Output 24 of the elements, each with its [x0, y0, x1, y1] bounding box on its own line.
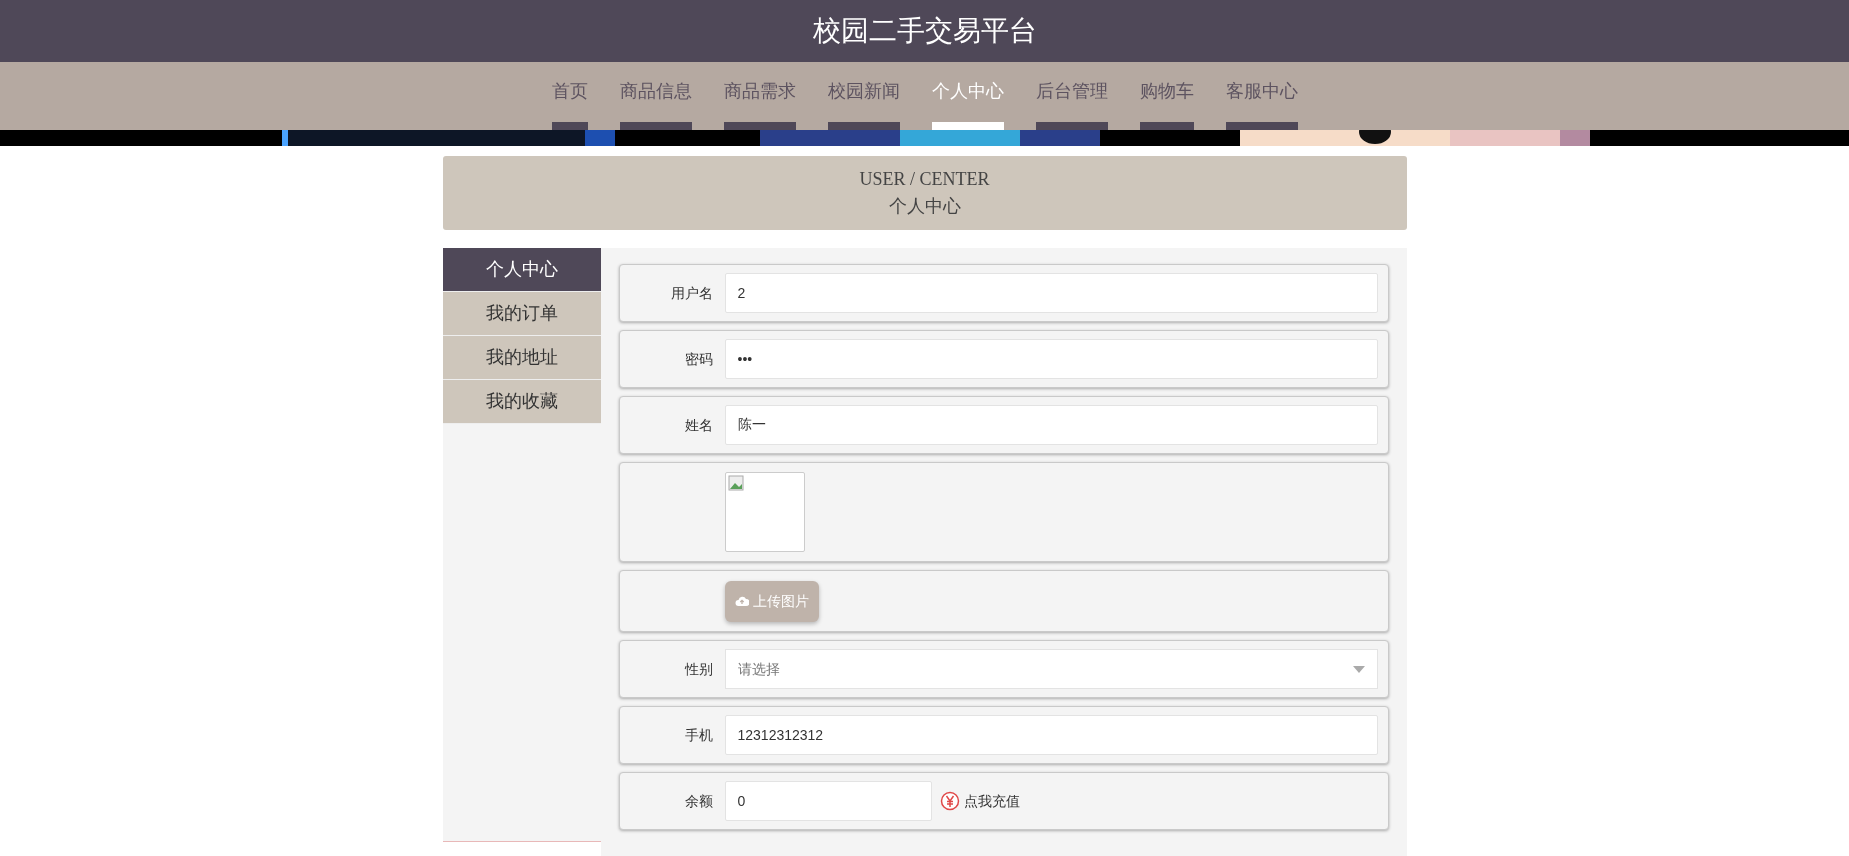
recharge-link[interactable]: 点我充值 — [939, 790, 1020, 812]
sidebar-item[interactable]: 我的订单 — [442, 292, 601, 336]
title-english: USER / CENTER — [859, 168, 990, 191]
field-label: 姓名 — [683, 415, 714, 435]
sidebar-item[interactable]: 个人中心 — [442, 248, 601, 292]
input-field[interactable]: 陈一 — [724, 405, 1378, 445]
field-label: 手机 — [683, 725, 714, 745]
site-title: 校园二手交易平台 — [812, 14, 1037, 48]
input-field[interactable]: 12312312312 — [724, 715, 1378, 755]
title-chinese: 个人中心 — [888, 195, 961, 218]
field-label: 密码 — [683, 349, 714, 369]
yen-coin-icon — [939, 791, 960, 811]
field-label: 用户名 — [669, 283, 714, 303]
input-field[interactable]: 0 — [724, 781, 932, 821]
broken-image-icon — [727, 475, 744, 491]
field-label: 性别 — [683, 659, 714, 679]
select-field[interactable]: 请选择 — [724, 649, 1378, 689]
caret-icon — [1352, 665, 1365, 673]
sidebar-item[interactable]: 我的收藏 — [442, 380, 601, 424]
input-field[interactable]: ••• — [724, 339, 1378, 379]
sidebar-item[interactable]: 我的地址 — [442, 336, 601, 380]
cloud-upload-icon — [734, 595, 749, 607]
field-label: 余额 — [683, 791, 714, 811]
input-field[interactable]: 2 — [724, 273, 1378, 313]
